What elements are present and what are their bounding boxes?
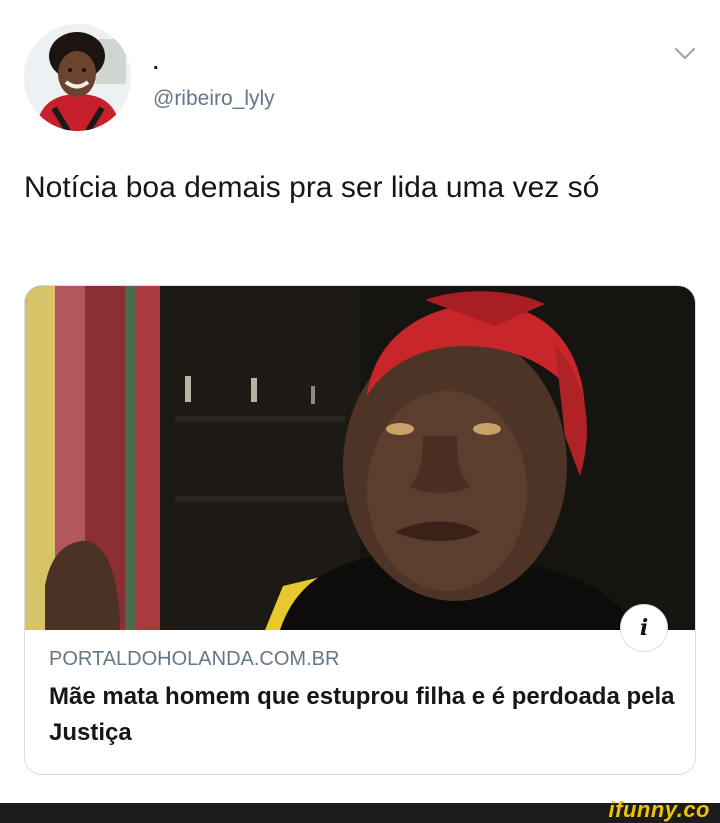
avatar[interactable] <box>24 24 131 131</box>
watermark-logo: ifunny.co <box>608 797 710 822</box>
avatar-image <box>24 24 131 131</box>
tweet-text: Notícia boa demais pra ser lida uma vez … <box>24 171 600 204</box>
info-icon[interactable]: i <box>620 604 668 652</box>
user-handle[interactable]: @ribeiro_lyly <box>153 87 275 111</box>
chevron-down-icon[interactable] <box>670 38 700 68</box>
display-name[interactable]: . <box>153 52 159 75</box>
card-domain: PORTALDOHOLANDA.COM.BR <box>49 648 340 670</box>
link-card[interactable]: i PORTALDOHOLANDA.COM.BR Mãe mata homem … <box>24 285 696 775</box>
card-image <box>25 286 695 630</box>
card-title[interactable]: Mãe mata homem que estuprou filha e é pe… <box>49 679 679 751</box>
